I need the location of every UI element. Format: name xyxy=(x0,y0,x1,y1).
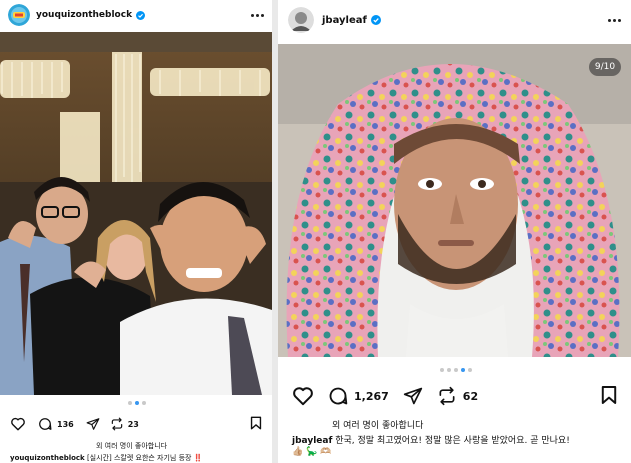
screenshot-collage: youquizontheblock 136 23 외 여러 명이 좋아합니다 y… xyxy=(0,0,631,463)
verified-badge-icon xyxy=(136,10,146,20)
post-actions-bar: 1,267 62 xyxy=(278,384,631,408)
caption-text: 한국, 정말 최고였어요! 정말 많은 사랑을 받았어요. 곧 만나요! xyxy=(335,436,570,446)
like-button[interactable] xyxy=(292,386,314,406)
repost-button[interactable]: 23 xyxy=(110,417,139,431)
profile-avatar[interactable] xyxy=(8,4,30,26)
more-options-icon[interactable] xyxy=(608,18,621,22)
post-header: jbayleaf xyxy=(278,0,631,40)
caption-emoji: ‼️ xyxy=(193,454,203,462)
like-count: 1,267 xyxy=(354,389,389,403)
post-photo[interactable] xyxy=(0,32,272,395)
more-options-icon[interactable] xyxy=(251,13,264,17)
caption-username[interactable]: jbayleaf xyxy=(292,436,332,446)
post-header: youquizontheblock xyxy=(0,0,272,30)
send-icon xyxy=(403,387,422,405)
verified-badge-icon xyxy=(370,15,381,25)
carousel-dot xyxy=(447,368,451,372)
post-photo[interactable] xyxy=(278,44,631,357)
image-counter-badge: 9/10 xyxy=(589,58,621,76)
post-caption: jbayleaf 한국, 정말 최고였어요! 정말 많은 사랑을 받았어요. 곧… xyxy=(278,433,631,446)
heart-icon xyxy=(11,417,25,431)
caption-username[interactable]: youquizontheblock xyxy=(10,454,85,462)
post-caption: youquizontheblock [실시간] 스칼렛 요한슨 자기님 등장 ‼… xyxy=(0,453,272,463)
caption-text: [실시간] 스칼렛 요한슨 자기님 등장 xyxy=(86,454,192,462)
caption-emoji-line: 👍🏼 🦕 🫶🏼 xyxy=(292,447,332,457)
like-button[interactable] xyxy=(10,417,26,431)
carousel-dot xyxy=(142,401,146,405)
repost-button[interactable]: 62 xyxy=(437,386,478,406)
share-button[interactable] xyxy=(86,417,100,431)
comment-icon xyxy=(39,418,52,430)
comment-count: 136 xyxy=(57,419,74,429)
comment-icon xyxy=(329,387,348,405)
carousel-dot xyxy=(468,368,472,372)
bookmark-icon xyxy=(250,416,262,430)
liked-by-text: 외 여러 명이 좋아합니다 xyxy=(332,421,424,431)
bookmark-icon xyxy=(601,385,617,404)
username[interactable]: youquizontheblock xyxy=(36,10,132,20)
send-icon xyxy=(86,418,100,430)
repost-icon xyxy=(439,386,455,406)
repost-count: 62 xyxy=(462,389,479,403)
carousel-dot-active xyxy=(135,401,139,405)
heart-icon xyxy=(293,387,313,406)
profile-avatar[interactable] xyxy=(288,7,314,33)
instagram-post-youquiz: youquizontheblock 136 23 외 여러 명이 좋아합니다 y… xyxy=(0,0,272,463)
carousel-dot xyxy=(440,368,444,372)
save-button[interactable] xyxy=(250,416,262,432)
comment-button[interactable]: 1,267 xyxy=(328,386,389,406)
post-actions-bar: 136 23 xyxy=(0,414,272,434)
carousel-indicator xyxy=(128,401,146,405)
share-button[interactable] xyxy=(403,386,423,406)
carousel-dot xyxy=(454,368,458,372)
repost-icon xyxy=(111,417,122,431)
carousel-indicator xyxy=(440,368,472,372)
liked-by-text: 외 여러 명이 좋아합니다 xyxy=(96,442,168,450)
username[interactable]: jbayleaf xyxy=(322,15,367,26)
comment-button[interactable]: 136 xyxy=(38,417,74,431)
carousel-dot-active xyxy=(461,368,465,372)
save-button[interactable] xyxy=(601,385,617,408)
carousel-dot xyxy=(128,401,132,405)
instagram-post-jbayleaf: jbayleaf 9/10 1,267 62 외 여러 명이 좋아합니다 jba… xyxy=(278,0,631,463)
repost-count: 23 xyxy=(127,419,139,429)
